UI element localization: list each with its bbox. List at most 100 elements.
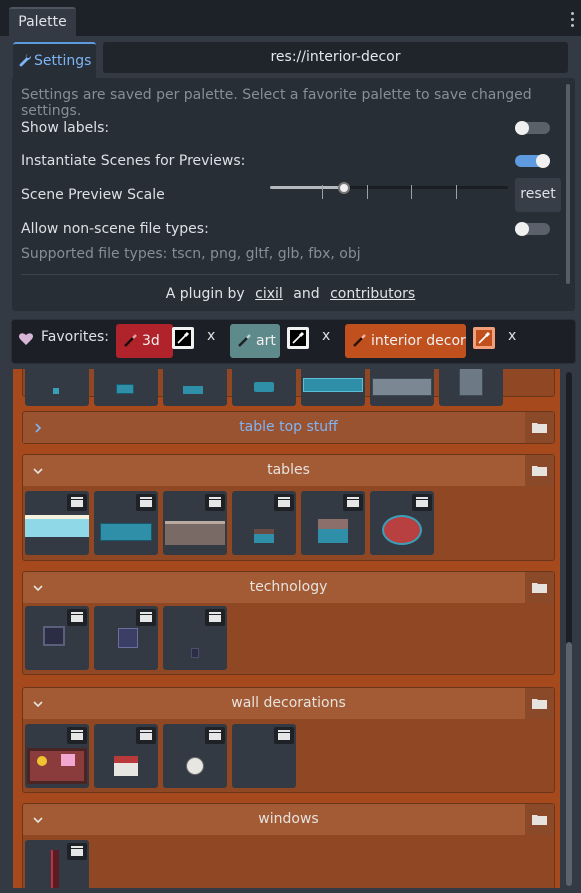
settings-panel: Settings are saved per palette. Select a… xyxy=(12,78,575,311)
reset-button[interactable]: reset xyxy=(515,178,561,212)
section-title: wall decorations xyxy=(231,695,346,711)
settings-scrollbar[interactable] xyxy=(566,84,570,284)
scene-icon xyxy=(136,727,156,744)
asset-tile[interactable] xyxy=(370,491,434,555)
palette-section: tables xyxy=(22,454,555,561)
asset-tile[interactable] xyxy=(25,369,89,406)
section-title: tables xyxy=(267,462,310,478)
folder-icon xyxy=(532,815,547,825)
credit-line: A plugin by cixil and contributors xyxy=(12,286,575,302)
scene-icon xyxy=(205,609,225,626)
asset-tile[interactable] xyxy=(94,606,158,670)
section-header[interactable]: table top stuff xyxy=(23,412,554,443)
asset-tile[interactable] xyxy=(163,724,227,788)
scene-icon xyxy=(412,494,432,511)
asset-tile[interactable] xyxy=(25,724,89,788)
preview-scale-grabber[interactable] xyxy=(338,182,350,194)
palette-section: table top stuff xyxy=(22,411,555,444)
favorite-chip-3d[interactable]: 3d xyxy=(116,324,173,358)
settings-hint: Settings are saved per palette. Select a… xyxy=(21,87,532,119)
favorite-chip-label: interior decor xyxy=(371,333,466,349)
asset-tile[interactable] xyxy=(163,606,227,670)
section-header[interactable]: technology xyxy=(23,572,554,603)
section-header[interactable]: windows xyxy=(23,804,554,835)
scene-icon xyxy=(274,727,294,744)
folder-icon xyxy=(532,466,547,476)
palette-section: technology xyxy=(22,571,555,675)
palette-section: windows xyxy=(22,803,555,888)
remove-favorite-button[interactable]: x xyxy=(322,328,330,344)
kebab-menu-icon[interactable] xyxy=(571,12,575,30)
settings-tab[interactable]: Settings xyxy=(13,42,96,78)
palette-grid: table top stuff tables technology wall d… xyxy=(13,369,560,888)
grid-scrollbar[interactable] xyxy=(566,372,572,886)
non-scene-toggle[interactable] xyxy=(515,222,550,236)
palette-path-button[interactable]: res://interior-decor xyxy=(103,42,568,73)
asset-tile[interactable] xyxy=(232,369,296,406)
folder-icon xyxy=(532,423,547,433)
scrollbar-thumb[interactable] xyxy=(566,642,572,886)
section-header[interactable]: wall decorations xyxy=(23,688,554,719)
author-link[interactable]: cixil xyxy=(255,286,283,302)
contributors-link[interactable]: contributors xyxy=(330,286,415,302)
asset-tile[interactable] xyxy=(94,724,158,788)
asset-tile[interactable] xyxy=(232,491,296,555)
chevron-down-icon xyxy=(33,817,43,824)
open-folder-button[interactable] xyxy=(525,572,554,603)
wand-icon xyxy=(238,334,251,347)
preview-scale-label: Scene Preview Scale xyxy=(21,187,165,203)
folder-icon xyxy=(532,583,547,593)
scene-icon xyxy=(136,609,156,626)
section-title: technology xyxy=(249,579,328,595)
chevron-down-icon xyxy=(33,468,43,475)
asset-tile[interactable] xyxy=(301,369,365,406)
asset-tile[interactable] xyxy=(163,491,227,555)
asset-tile[interactable] xyxy=(94,491,158,555)
heart-icon xyxy=(19,333,33,345)
open-folder-button[interactable] xyxy=(525,688,554,719)
non-scene-label: Allow non-scene file types: xyxy=(21,221,209,237)
asset-tile[interactable] xyxy=(439,369,503,406)
slider-tick xyxy=(367,185,368,199)
scene-icon xyxy=(67,494,87,511)
asset-tile[interactable] xyxy=(301,491,365,555)
chevron-down-icon xyxy=(33,585,43,592)
remove-favorite-button[interactable]: x xyxy=(207,328,215,344)
asset-tile[interactable] xyxy=(163,369,227,406)
section-title: windows xyxy=(258,811,319,827)
favorite-chip-label: 3d xyxy=(142,333,160,349)
scene-icon xyxy=(136,494,156,511)
credit-prefix: A plugin by xyxy=(165,286,245,302)
instantiate-toggle[interactable] xyxy=(515,154,550,168)
chevron-down-icon xyxy=(33,701,43,708)
scene-icon xyxy=(205,727,225,744)
open-folder-button[interactable] xyxy=(525,804,554,835)
preview-scale-fill xyxy=(270,186,344,189)
section-header[interactable]: tables xyxy=(23,455,554,486)
asset-tile[interactable] xyxy=(232,724,296,788)
eyedropper-icon[interactable] xyxy=(172,327,194,349)
favorite-chip-interior-decor[interactable]: interior decor xyxy=(345,324,466,358)
favorites-label: Favorites: xyxy=(41,329,109,345)
show-labels-toggle[interactable] xyxy=(515,121,550,135)
wrench-icon xyxy=(19,54,31,67)
open-folder-button[interactable] xyxy=(525,455,554,486)
slider-tick xyxy=(322,185,323,199)
remove-favorite-button[interactable]: x xyxy=(508,328,516,344)
palette-section: wall decorations xyxy=(22,687,555,793)
asset-tile[interactable] xyxy=(94,369,158,406)
favorite-chip-art[interactable]: art xyxy=(230,324,280,358)
asset-tile[interactable] xyxy=(370,369,434,406)
dock-tab-bar: Palette xyxy=(0,0,581,36)
palette-section xyxy=(22,369,555,406)
asset-tile[interactable] xyxy=(25,491,89,555)
asset-tile[interactable] xyxy=(25,840,89,888)
eyedropper-icon[interactable] xyxy=(287,327,309,349)
settings-tab-label: Settings xyxy=(34,53,92,69)
divider xyxy=(21,274,559,275)
eyedropper-icon[interactable] xyxy=(473,327,495,349)
asset-tile[interactable] xyxy=(25,606,89,670)
open-folder-button[interactable] xyxy=(525,412,554,443)
palette-dock-tab[interactable]: Palette xyxy=(9,7,76,36)
scene-icon xyxy=(67,843,87,860)
